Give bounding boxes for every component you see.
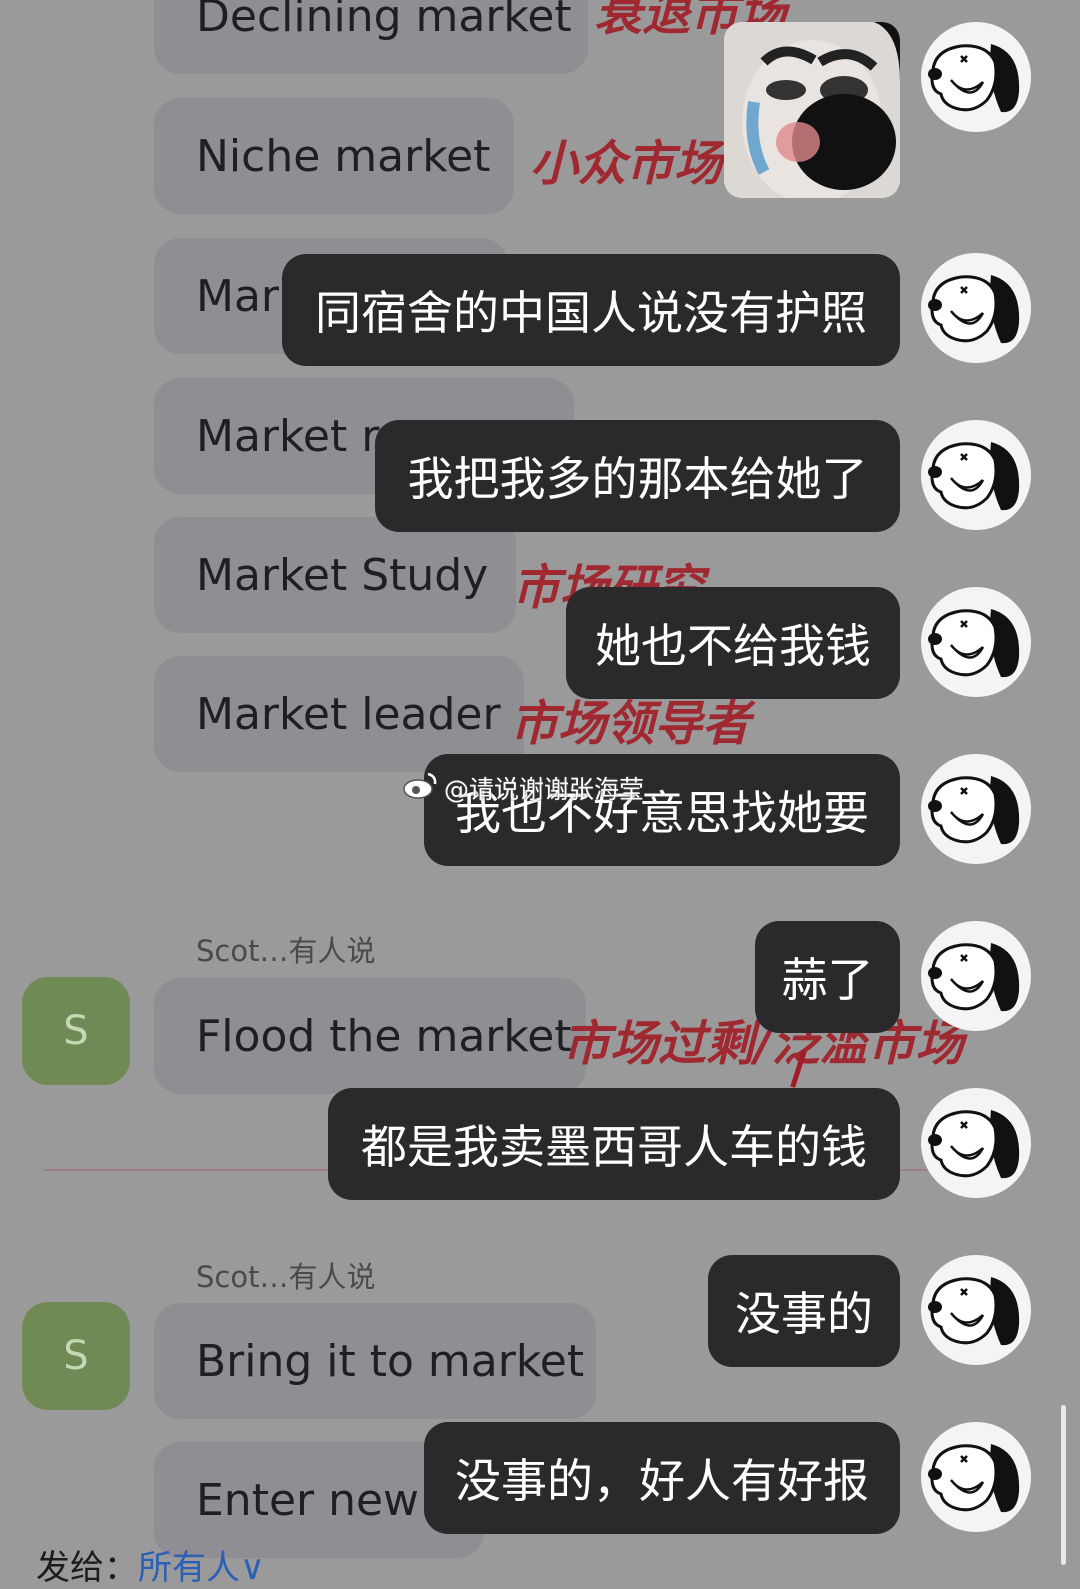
overlay-message-bubble: 都是我卖墨西哥人车的钱 — [328, 1088, 900, 1200]
snoopy-avatar[interactable] — [921, 1422, 1031, 1532]
message-bubble: Niche market — [154, 98, 514, 214]
handwritten-note: 小众市场 — [530, 136, 723, 192]
overlay-message-bubble: 她也不给我钱 — [566, 587, 900, 699]
snoopy-avatar[interactable] — [921, 921, 1031, 1031]
weibo-icon — [402, 770, 438, 806]
snoopy-avatar[interactable] — [921, 420, 1031, 530]
snoopy-icon — [928, 261, 1020, 344]
recipient-selector[interactable]: 所有人 — [138, 1548, 240, 1588]
snoopy-icon — [928, 762, 1020, 845]
snoopy-avatar[interactable] — [921, 587, 1031, 697]
message-bubble: Declining market — [154, 0, 588, 74]
message-bubble: Bring it to market — [154, 1303, 596, 1419]
crying-panda-sticker[interactable] — [724, 22, 900, 198]
overlay-message-bubble: 没事的，好人有好报 — [424, 1422, 900, 1534]
snoopy-avatar[interactable] — [921, 1255, 1031, 1365]
snoopy-avatar[interactable] — [921, 253, 1031, 363]
snoopy-avatar[interactable] — [921, 1088, 1031, 1198]
snoopy-avatar[interactable] — [921, 22, 1031, 132]
snoopy-icon — [928, 929, 1020, 1012]
sticker-image — [724, 22, 900, 198]
snoopy-avatar[interactable] — [921, 754, 1031, 864]
snoopy-icon — [928, 428, 1020, 511]
overlay-message-bubble: 蒜了 — [755, 921, 900, 1033]
snoopy-icon — [928, 595, 1020, 678]
overlay-message-bubble: 没事的 — [708, 1255, 900, 1367]
snoopy-icon — [928, 1096, 1020, 1179]
send-to-label: 发给： — [36, 1548, 138, 1588]
snoopy-icon — [928, 1263, 1020, 1346]
avatar[interactable]: S — [22, 1302, 130, 1410]
message-bubble: Flood the market — [154, 978, 586, 1094]
sender-label: Scot…有人说 — [196, 1260, 376, 1294]
sender-label: Scot…有人说 — [196, 934, 376, 968]
snoopy-icon — [928, 30, 1020, 113]
message-bubble: Market Study — [154, 517, 516, 633]
chevron-down-icon[interactable]: ∨ — [240, 1548, 265, 1588]
weibo-watermark: @请说谢谢张海莹 — [402, 770, 644, 806]
avatar[interactable]: S — [22, 977, 130, 1085]
snoopy-icon — [928, 1430, 1020, 1513]
overlay-message-bubble: 同宿舍的中国人说没有护照 — [282, 254, 900, 366]
scrollbar[interactable] — [1061, 1405, 1066, 1565]
overlay-message-bubble: 我把我多的那本给她了 — [375, 420, 900, 532]
send-to-bar[interactable]: 发给：所有人∨ — [36, 1540, 265, 1589]
